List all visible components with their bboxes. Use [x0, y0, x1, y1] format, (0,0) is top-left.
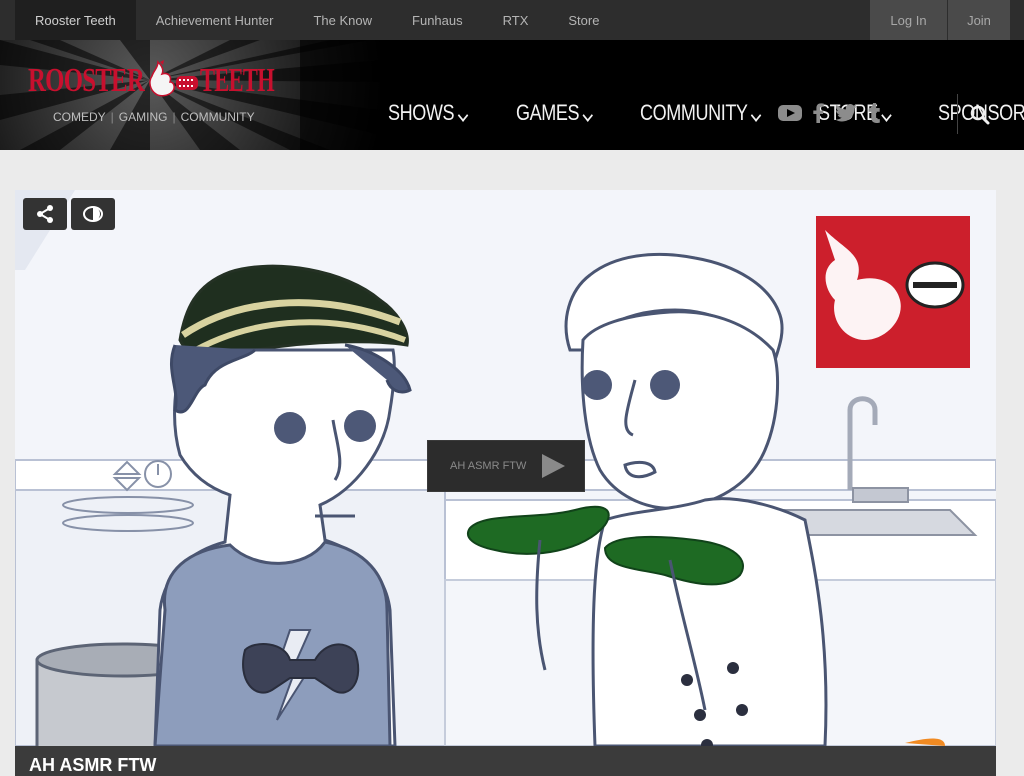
network-link-funhaus[interactable]: Funhaus: [392, 0, 483, 40]
share-button[interactable]: [23, 198, 67, 230]
tagline-separator: |: [172, 110, 176, 124]
network-bar: Rooster Teeth Achievement Hunter The Kno…: [0, 0, 1024, 40]
chevron-down-icon: [457, 108, 468, 122]
network-link-achievement-hunter[interactable]: Achievement Hunter: [136, 0, 294, 40]
contrast-icon: [83, 206, 103, 222]
theater-mode-button[interactable]: [71, 198, 115, 230]
network-link-rtx[interactable]: RTX: [483, 0, 549, 40]
video-player[interactable]: AH ASMR FTW: [15, 190, 996, 746]
youtube-icon[interactable]: [778, 102, 802, 124]
svg-text:TEETH: TEETH: [200, 62, 274, 99]
nav-item-community[interactable]: COMMUNITY: [639, 100, 761, 126]
tagline-gaming: GAMING: [118, 110, 168, 124]
video-title: AH ASMR FTW: [29, 755, 157, 775]
auth-buttons: Log In Join: [869, 0, 1010, 40]
network-link-the-know[interactable]: The Know: [293, 0, 392, 40]
play-icon: [542, 454, 566, 478]
chevron-down-icon: [582, 108, 593, 122]
search-icon: [970, 105, 990, 125]
tagline-comedy: COMEDY: [53, 110, 106, 124]
share-icon: [37, 205, 53, 223]
nav-item-label: SHOWS: [388, 100, 455, 125]
twitter-icon[interactable]: [834, 102, 858, 124]
social-links: [774, 102, 886, 124]
play-button[interactable]: AH ASMR FTW: [427, 440, 585, 492]
rooster-teeth-logo[interactable]: ROOSTER TEETH: [28, 58, 278, 100]
tumblr-icon[interactable]: [862, 102, 886, 124]
facebook-icon[interactable]: [806, 102, 830, 124]
tagline-community: COMMUNITY: [180, 110, 255, 124]
nav-item-label: GAMES: [515, 100, 580, 125]
search-button[interactable]: [967, 103, 993, 127]
chevron-down-icon: [750, 108, 761, 122]
site-header: ROOSTER TEETH COMEDY | GAMING | COMMUNIT…: [0, 40, 1024, 150]
network-link-store[interactable]: Store: [548, 0, 619, 40]
login-button[interactable]: Log In: [870, 0, 947, 40]
tagline-separator: |: [110, 110, 114, 124]
play-button-label: AH ASMR FTW: [450, 460, 527, 472]
main-nav: SHOWS GAMES COMMUNITY STORE SPONSOR ★: [388, 100, 1024, 126]
join-button[interactable]: Join: [948, 0, 1010, 40]
network-links: Rooster Teeth Achievement Hunter The Kno…: [15, 0, 619, 40]
header-divider: [957, 94, 958, 134]
tagline: COMEDY | GAMING | COMMUNITY: [53, 110, 255, 124]
nav-item-label: COMMUNITY: [639, 100, 748, 125]
network-link-rooster-teeth[interactable]: Rooster Teeth: [15, 0, 136, 40]
nav-item-games[interactable]: GAMES: [515, 100, 593, 126]
svg-text:ROOSTER: ROOSTER: [28, 62, 145, 99]
video-title-bar: AH ASMR FTW: [15, 746, 996, 776]
nav-item-shows[interactable]: SHOWS: [388, 100, 468, 126]
